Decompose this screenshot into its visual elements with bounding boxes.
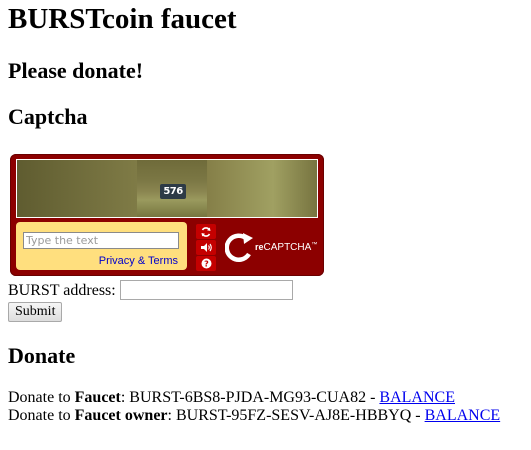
refresh-captcha-button[interactable] bbox=[196, 224, 216, 239]
burst-address-label: BURST address: bbox=[8, 282, 116, 299]
faucet-balance-link[interactable]: BALANCE bbox=[379, 389, 455, 406]
donate-heading: Donate bbox=[8, 343, 76, 368]
recaptcha-widget: 576 Privacy & Terms ? reCAPTCHA™ bbox=[10, 154, 324, 276]
svg-text:?: ? bbox=[204, 260, 209, 269]
captcha-response-input[interactable] bbox=[23, 232, 179, 249]
captcha-heading: Captcha bbox=[8, 104, 88, 129]
captcha-image-number: 576 bbox=[160, 184, 186, 199]
help-icon: ? bbox=[201, 258, 211, 269]
burst-address-input[interactable] bbox=[120, 280, 293, 300]
captcha-image-background-left bbox=[17, 160, 137, 217]
page-title: BURSTcoin faucet bbox=[8, 3, 237, 35]
recaptcha-swirl-icon bbox=[225, 233, 253, 262]
donate-faucet-line: Donate to Faucet: BURST-6BS8-PJDA-MG93-C… bbox=[8, 389, 455, 406]
submit-button[interactable]: Submit bbox=[8, 302, 63, 322]
captcha-image-background-right bbox=[207, 160, 317, 217]
refresh-icon bbox=[201, 226, 211, 237]
donate-owner-line: Donate to Faucet owner: BURST-95FZ-SESV-… bbox=[8, 407, 501, 424]
audio-icon bbox=[200, 243, 212, 252]
help-captcha-button[interactable]: ? bbox=[196, 256, 216, 271]
recaptcha-logo: reCAPTCHA™ bbox=[225, 230, 321, 266]
recaptcha-logo-text: reCAPTCHA™ bbox=[255, 242, 318, 253]
privacy-terms-link[interactable]: Privacy & Terms bbox=[99, 255, 178, 267]
audio-captcha-button[interactable] bbox=[196, 240, 216, 255]
captcha-image: 576 bbox=[16, 159, 318, 218]
captcha-input-area: Privacy & Terms bbox=[16, 222, 187, 270]
owner-balance-link[interactable]: BALANCE bbox=[425, 407, 501, 424]
donate-prompt-heading: Please donate! bbox=[8, 58, 144, 83]
